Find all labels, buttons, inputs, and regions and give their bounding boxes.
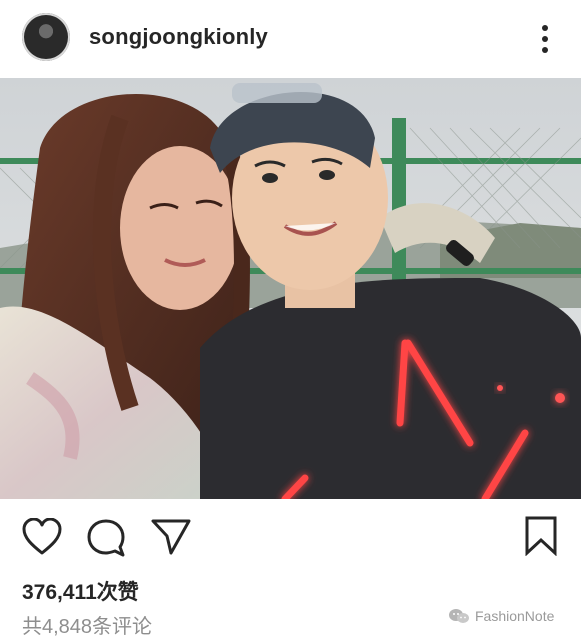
share-button[interactable] <box>150 518 192 561</box>
watermark: FashionNote <box>448 608 554 624</box>
comment-bubble-icon <box>87 519 125 557</box>
heart-icon <box>22 517 62 555</box>
more-options-button[interactable] <box>533 24 557 54</box>
send-icon <box>151 519 191 555</box>
watermark-text: FashionNote <box>475 608 555 624</box>
username-link[interactable]: songjoongkionly <box>89 24 268 50</box>
bookmark-icon <box>525 516 557 557</box>
view-comments-link[interactable]: 共4,848条评论 <box>22 610 152 639</box>
like-button[interactable] <box>22 517 62 561</box>
post-actions-bar <box>0 512 581 562</box>
post-photo[interactable] <box>0 78 581 499</box>
profile-avatar[interactable] <box>22 13 70 61</box>
more-vertical-icon <box>542 25 548 53</box>
likes-count[interactable]: 376,411次赞 <box>22 576 139 606</box>
wechat-logo-icon <box>448 608 470 624</box>
post-header: songjoongkionly <box>0 0 581 76</box>
save-button[interactable] <box>524 516 558 561</box>
comment-button[interactable] <box>86 518 126 563</box>
